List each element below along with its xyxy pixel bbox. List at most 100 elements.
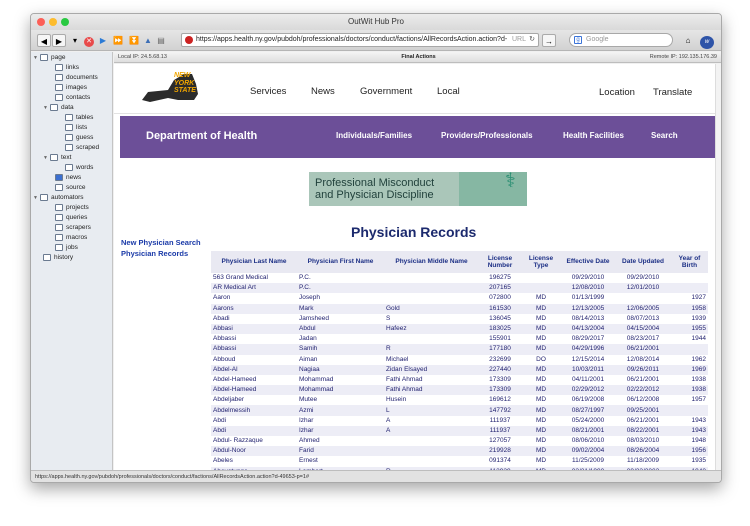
table-cell[interactable]: Abdi xyxy=(211,425,297,436)
table-cell[interactable]: Abdul-Noor xyxy=(211,446,297,457)
column-header[interactable]: Physician Last Name xyxy=(211,251,297,273)
table-cell: Izhar xyxy=(297,425,384,436)
nav-services[interactable]: Services xyxy=(250,86,286,97)
sidebar-item-links[interactable]: links xyxy=(55,63,79,73)
table-cell[interactable]: Abeles xyxy=(211,456,297,466)
url-go-button[interactable]: → xyxy=(542,34,556,47)
table-cell[interactable]: Abbassi xyxy=(211,344,297,355)
table-cell[interactable]: Abbassi xyxy=(211,334,297,344)
sidebar-item-scraped[interactable]: scraped xyxy=(65,143,99,153)
table-cell[interactable]: Abdelmessih xyxy=(211,405,297,416)
sidebar-item-projects[interactable]: projects xyxy=(55,203,89,213)
table-cell[interactable]: Abadi xyxy=(211,314,297,324)
sidebar-item-documents[interactable]: documents xyxy=(55,73,98,83)
table-cell[interactable]: AR Medical Art xyxy=(211,283,297,294)
nys-logo-text[interactable]: NEW YORK STATE xyxy=(174,72,196,95)
search-field[interactable]: g Google xyxy=(569,33,673,47)
outwit-logo-button[interactable]: w xyxy=(699,34,715,49)
close-window-button[interactable] xyxy=(37,18,45,26)
vertical-scrollbar[interactable] xyxy=(715,64,721,470)
sidebar-item-scrapers[interactable]: scrapers xyxy=(55,223,91,233)
sidebar-item-source[interactable]: source xyxy=(55,183,86,193)
table-cell[interactable]: Abbasi xyxy=(211,323,297,335)
tables-icon xyxy=(65,113,73,121)
column-header[interactable]: Physician First Name xyxy=(297,251,384,273)
url-field[interactable]: https://apps.health.ny.gov/pubdoh/profes… xyxy=(181,33,539,47)
next-button[interactable]: ▶ xyxy=(97,34,109,47)
sidebar-item-images[interactable]: images xyxy=(55,83,87,93)
sidebar-item-guess[interactable]: guess xyxy=(65,133,93,143)
menu-dropdown-button[interactable]: ▾ xyxy=(71,34,79,47)
minimize-window-button[interactable] xyxy=(49,18,57,26)
sidebar-item-label: queries xyxy=(66,214,88,221)
sidebar-item-label: lists xyxy=(76,124,88,131)
table-cell[interactable]: 563 Grand Medical xyxy=(211,273,297,283)
fast-forward-button[interactable]: ⏩ xyxy=(111,34,125,47)
nav-translate[interactable]: Translate xyxy=(653,87,692,98)
links-icon xyxy=(55,63,63,71)
table-cell[interactable]: Aaron xyxy=(211,293,297,303)
sidebar-item-text[interactable]: ▼ text xyxy=(43,153,71,163)
nav-local[interactable]: Local xyxy=(437,86,460,97)
table-cell xyxy=(384,334,479,344)
table-cell[interactable]: Abdul- Razzaque xyxy=(211,436,297,446)
column-header[interactable]: Date Updated xyxy=(615,251,671,273)
nav-individuals-families[interactable]: Individuals/Families xyxy=(336,131,412,140)
table-cell[interactable]: Abboud xyxy=(211,355,297,365)
nav-location[interactable]: Location xyxy=(599,87,635,98)
sidebar-item-queries[interactable]: queries xyxy=(55,213,87,223)
table-cell[interactable]: Abdel-Hameed xyxy=(211,375,297,385)
sidebar-item-automators[interactable]: ▼ automators xyxy=(33,193,84,203)
sidebar-item-tables[interactable]: tables xyxy=(65,113,93,123)
table-cell[interactable]: Abdi xyxy=(211,416,297,426)
column-header[interactable]: License Number xyxy=(479,251,521,273)
stop-button[interactable]: ✕ xyxy=(83,34,95,47)
back-button[interactable]: ◀ xyxy=(37,34,51,47)
table-row: Abbasi Abdul Hafeez 183025 MD 04/13/2004 04/15… xyxy=(211,323,708,335)
sidebar-item-data[interactable]: ▼ data xyxy=(43,103,74,113)
column-header[interactable]: Physician Middle Name xyxy=(384,251,479,273)
home-button[interactable]: ⌂ xyxy=(681,34,695,47)
physician-records-link[interactable]: Physician Records xyxy=(121,248,201,259)
table-cell[interactable]: Aarons xyxy=(211,303,297,314)
nav-news[interactable]: News xyxy=(311,86,335,97)
sidebar-item-jobs[interactable]: jobs xyxy=(55,243,78,253)
column-header[interactable]: Effective Date xyxy=(561,251,615,273)
table-cell: 09/29/2010 xyxy=(626,274,660,282)
words-icon xyxy=(65,163,73,171)
sidebar-item-news[interactable]: news xyxy=(55,173,81,183)
table-cell[interactable]: Abdeljaber xyxy=(211,395,297,405)
google-icon: g xyxy=(574,36,582,44)
column-header[interactable]: License Type xyxy=(521,251,561,273)
forward-button[interactable]: ▶ xyxy=(52,34,66,47)
column-header[interactable]: Year of Birth xyxy=(671,251,708,273)
sidebar-item-label: source xyxy=(66,184,86,191)
sidebar-item-label: tables xyxy=(76,114,94,121)
reload-icon[interactable]: ↻ xyxy=(529,34,535,46)
new-physician-search-link[interactable]: New Physician Search xyxy=(121,237,201,248)
warning-button[interactable]: ▲ xyxy=(142,34,154,47)
sidebar-item-words[interactable]: words xyxy=(65,163,93,173)
table-cell: 11/25/2009 xyxy=(571,457,605,465)
doh-title[interactable]: Department of Health xyxy=(146,130,257,142)
logo-line: NEW xyxy=(174,72,191,79)
dig-button[interactable]: ⏬ xyxy=(127,34,141,47)
sidebar-item-history[interactable]: history xyxy=(43,253,73,263)
nav-providers-professionals[interactable]: Providers/Professionals xyxy=(441,131,533,140)
table-cell[interactable]: Abdel-Al xyxy=(211,364,297,375)
nav-health-facilities[interactable]: Health Facilities xyxy=(563,131,624,140)
table-cell: R xyxy=(384,344,479,355)
zoom-window-button[interactable] xyxy=(61,18,69,26)
table-cell: 08/06/2010 xyxy=(571,437,605,445)
documents-icon xyxy=(55,73,63,81)
table-row: 563 Grand Medical P.C. 196275 09/29/2010 09/… xyxy=(211,273,708,283)
sidebar-item-macros[interactable]: macros xyxy=(55,233,87,243)
table-cell[interactable]: Abdel-Hameed xyxy=(211,385,297,396)
nav-search[interactable]: Search xyxy=(651,131,678,140)
lists-icon xyxy=(65,123,73,131)
sidebar-item-lists[interactable]: lists xyxy=(65,123,87,133)
sidebar-item-contacts[interactable]: contacts xyxy=(55,93,90,103)
bookmark-button[interactable]: ▤ xyxy=(155,34,167,47)
nav-government[interactable]: Government xyxy=(360,86,412,97)
sidebar-item-page[interactable]: ▼ page xyxy=(33,53,65,63)
